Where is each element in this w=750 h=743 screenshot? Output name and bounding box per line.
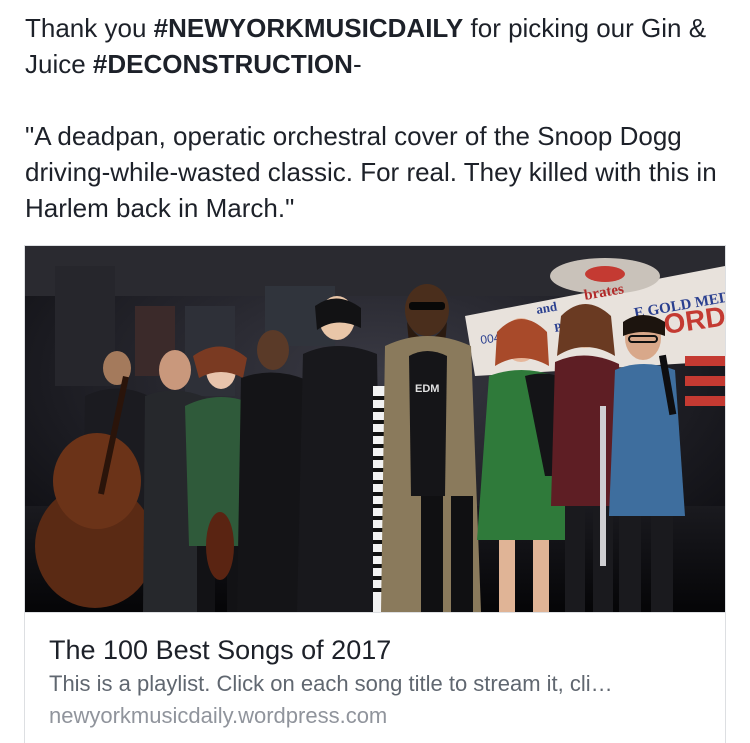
post-text-prefix: Thank you <box>25 13 154 43</box>
link-preview-card[interactable]: brates E GOLD MED ORD and PIC 004 <box>24 245 726 743</box>
link-preview-image[interactable]: brates E GOLD MED ORD and PIC 004 <box>25 246 725 612</box>
post-message: Thank you #NEWYORKMUSICDAILY for picking… <box>25 10 725 226</box>
post-paragraph-quote: "A deadpan, operatic orchestral cover of… <box>25 121 717 223</box>
post-text-dash: - <box>352 49 362 79</box>
post-paragraph-thanks: Thank you #NEWYORKMUSICDAILY for picking… <box>25 10 725 82</box>
band-photo: brates E GOLD MED ORD and PIC 004 <box>25 246 725 612</box>
hashtag-link-deconstruction[interactable]: #DECONSTRUCTION <box>93 49 353 79</box>
facebook-post: Thank you #NEWYORKMUSICDAILY for picking… <box>0 0 750 743</box>
shirt-print-text: EDM <box>415 383 439 395</box>
link-preview-title[interactable]: The 100 Best Songs of 2017 <box>49 633 391 667</box>
hashtag-link-newyorkmusicdaily[interactable]: #NEWYORKMUSICDAILY <box>154 13 464 43</box>
link-preview-domain: newyorkmusicdaily.wordpress.com <box>49 703 388 728</box>
link-preview-body[interactable]: The 100 Best Songs of 2017 This is a pla… <box>25 612 725 743</box>
link-preview-description: This is a playlist. Click on each song t… <box>49 671 613 696</box>
